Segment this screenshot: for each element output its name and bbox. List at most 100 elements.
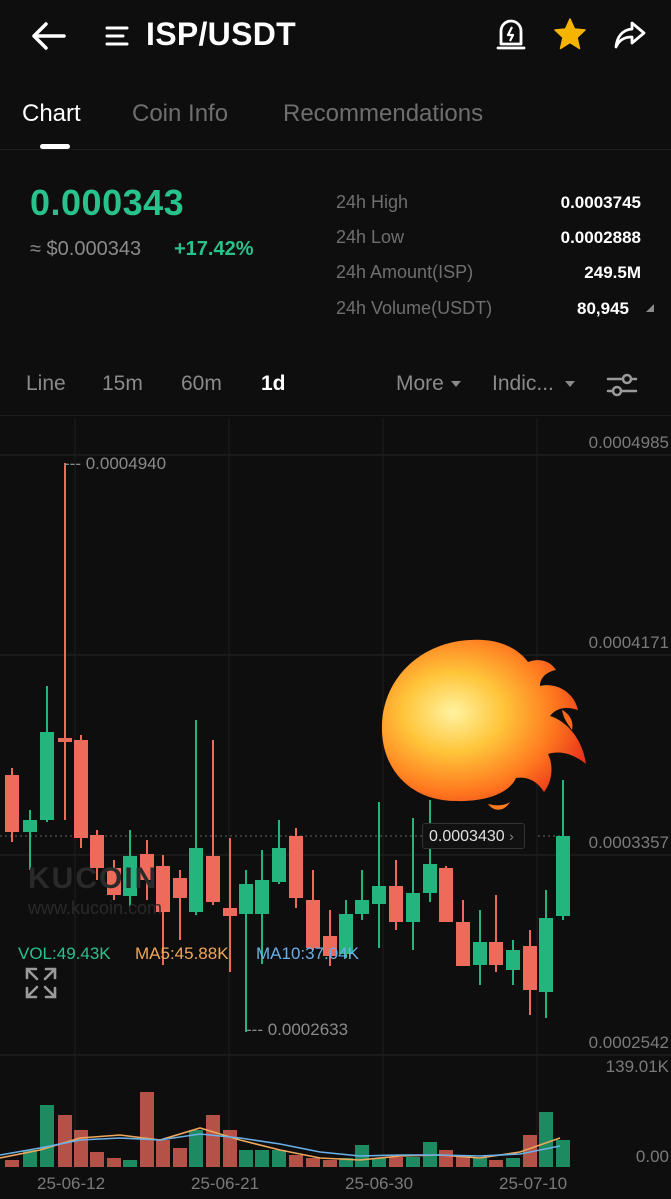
high-marker-label: --- 0.0004940 <box>64 454 166 474</box>
low-marker-dash: --- <box>246 1020 263 1039</box>
timeframe-60m[interactable]: 60m <box>181 372 222 396</box>
top-bar: ISP/USDT <box>0 0 671 80</box>
volume-bar <box>489 1160 503 1167</box>
volume-bar <box>355 1145 369 1167</box>
y-axis-label-bottom: 0.0002542 <box>588 1033 669 1052</box>
volume-bar <box>439 1150 453 1167</box>
date-label-1: 25-06-12 <box>37 1174 106 1193</box>
caret-down-icon <box>564 381 575 388</box>
ma10-line <box>0 1133 561 1157</box>
last-price-tag[interactable]: 0.0003430 › <box>422 823 525 849</box>
date-label-2: 25-06-21 <box>191 1174 260 1193</box>
tab-chart[interactable]: Chart <box>22 100 81 128</box>
y-axis-label-top: 0.0004985 <box>588 433 669 452</box>
volume-bar <box>423 1142 437 1167</box>
corner-triangle-icon <box>646 304 654 312</box>
stat-value-24h-amount: 249.5M <box>584 263 641 282</box>
watermark-logo: KUCOIN <box>28 862 159 895</box>
candle-body <box>239 884 253 914</box>
volume-bar <box>272 1150 286 1167</box>
price-alert-icon[interactable] <box>493 16 529 52</box>
volume-bar <box>306 1158 320 1167</box>
timeframe-15m[interactable]: 15m <box>102 372 143 396</box>
star-icon[interactable] <box>552 16 588 52</box>
tab-recommendations[interactable]: Recommendations <box>283 100 483 128</box>
timeframe-1d[interactable]: 1d <box>261 372 286 396</box>
low-marker-label: --- 0.0002633 <box>246 1020 348 1040</box>
volume-bar <box>372 1158 386 1167</box>
vol-legend-vol: VOL:49.43K <box>18 944 111 963</box>
candle-body <box>456 922 470 966</box>
volume-bar <box>189 1130 203 1167</box>
candle-body <box>40 732 54 820</box>
volume-bar <box>456 1155 470 1167</box>
candle-body <box>206 856 220 902</box>
stat-label-24h-volume: 24h Volume(USDT) <box>336 298 493 318</box>
fullscreen-icon[interactable] <box>24 966 58 1000</box>
candle-body <box>272 848 286 882</box>
volume-bar <box>74 1130 88 1167</box>
stat-value-24h-high: 0.0003745 <box>560 193 641 212</box>
volume-bar <box>156 1140 170 1167</box>
stat-value-24h-volume: 80,945 <box>577 299 629 318</box>
share-icon[interactable] <box>612 16 648 52</box>
caret-down-icon <box>450 381 461 388</box>
price-change-percent: +17.42% <box>174 238 254 260</box>
candle-body <box>58 738 72 742</box>
pair-title[interactable]: ISP/USDT <box>146 16 296 53</box>
vol-legend-ma5: MA5:45.88K <box>135 944 229 963</box>
volume-bar <box>5 1160 19 1167</box>
tab-bar: Chart Coin Info Recommendations <box>0 92 671 150</box>
volume-bar <box>556 1140 570 1167</box>
volume-bar <box>255 1150 269 1167</box>
candle-body <box>255 880 269 914</box>
sliders-icon[interactable] <box>605 370 639 400</box>
candle-body <box>523 946 537 990</box>
volume-bar <box>107 1158 121 1167</box>
volume-bar <box>58 1115 72 1167</box>
candle-body <box>556 836 570 916</box>
vol-axis-top: 139.01K <box>605 1057 669 1076</box>
stat-label-24h-high: 24h High <box>336 192 409 212</box>
date-label-4: 25-07-10 <box>499 1174 568 1193</box>
vol-legend-ma10: MA10:37.04K <box>256 944 360 963</box>
fiat-price: ≈ $0.000343 <box>30 238 142 260</box>
volume-bar <box>339 1158 353 1167</box>
timeframe-line[interactable]: Line <box>26 372 66 396</box>
fire-emoji-icon <box>381 639 586 810</box>
candle-body <box>473 942 487 965</box>
volume-bar <box>289 1155 303 1167</box>
volume-bar <box>23 1150 37 1167</box>
candle-body <box>423 864 437 893</box>
high-marker-dash: --- <box>64 454 81 473</box>
volume-bar <box>173 1148 187 1167</box>
volume-bar <box>123 1160 137 1167</box>
candle-body <box>489 942 503 965</box>
candle-body <box>289 836 303 898</box>
last-price-tag-value: 0.0003430 <box>429 828 505 845</box>
stat-label-24h-low: 24h Low <box>336 227 405 247</box>
active-tab-indicator <box>40 144 70 149</box>
stat-value-24h-low: 0.0002888 <box>560 228 641 247</box>
volume-bar <box>206 1115 220 1167</box>
vol-axis-zero: 0.00 <box>635 1147 669 1166</box>
candle-body <box>74 740 88 838</box>
tab-coin-info[interactable]: Coin Info <box>132 100 228 128</box>
indicators-dropdown[interactable]: Indic... <box>492 372 576 396</box>
more-dropdown[interactable]: More <box>396 372 462 396</box>
volume-bar <box>389 1157 403 1167</box>
candle-body <box>5 775 19 832</box>
y-axis-label-2: 0.0004171 <box>588 633 669 652</box>
volume-bar <box>506 1158 520 1167</box>
low-marker-value: 0.0002633 <box>267 1020 349 1039</box>
arrow-left-icon[interactable] <box>28 18 68 54</box>
candle-body <box>189 848 203 912</box>
y-axis-label-3: 0.0003357 <box>588 833 669 852</box>
candle-body <box>439 868 453 922</box>
candle-body <box>355 900 369 914</box>
volume-bar <box>323 1160 337 1167</box>
volume-bar <box>239 1150 253 1167</box>
menu-icon[interactable] <box>103 22 131 50</box>
candle-body <box>223 908 237 916</box>
date-label-3: 25-06-30 <box>345 1174 414 1193</box>
